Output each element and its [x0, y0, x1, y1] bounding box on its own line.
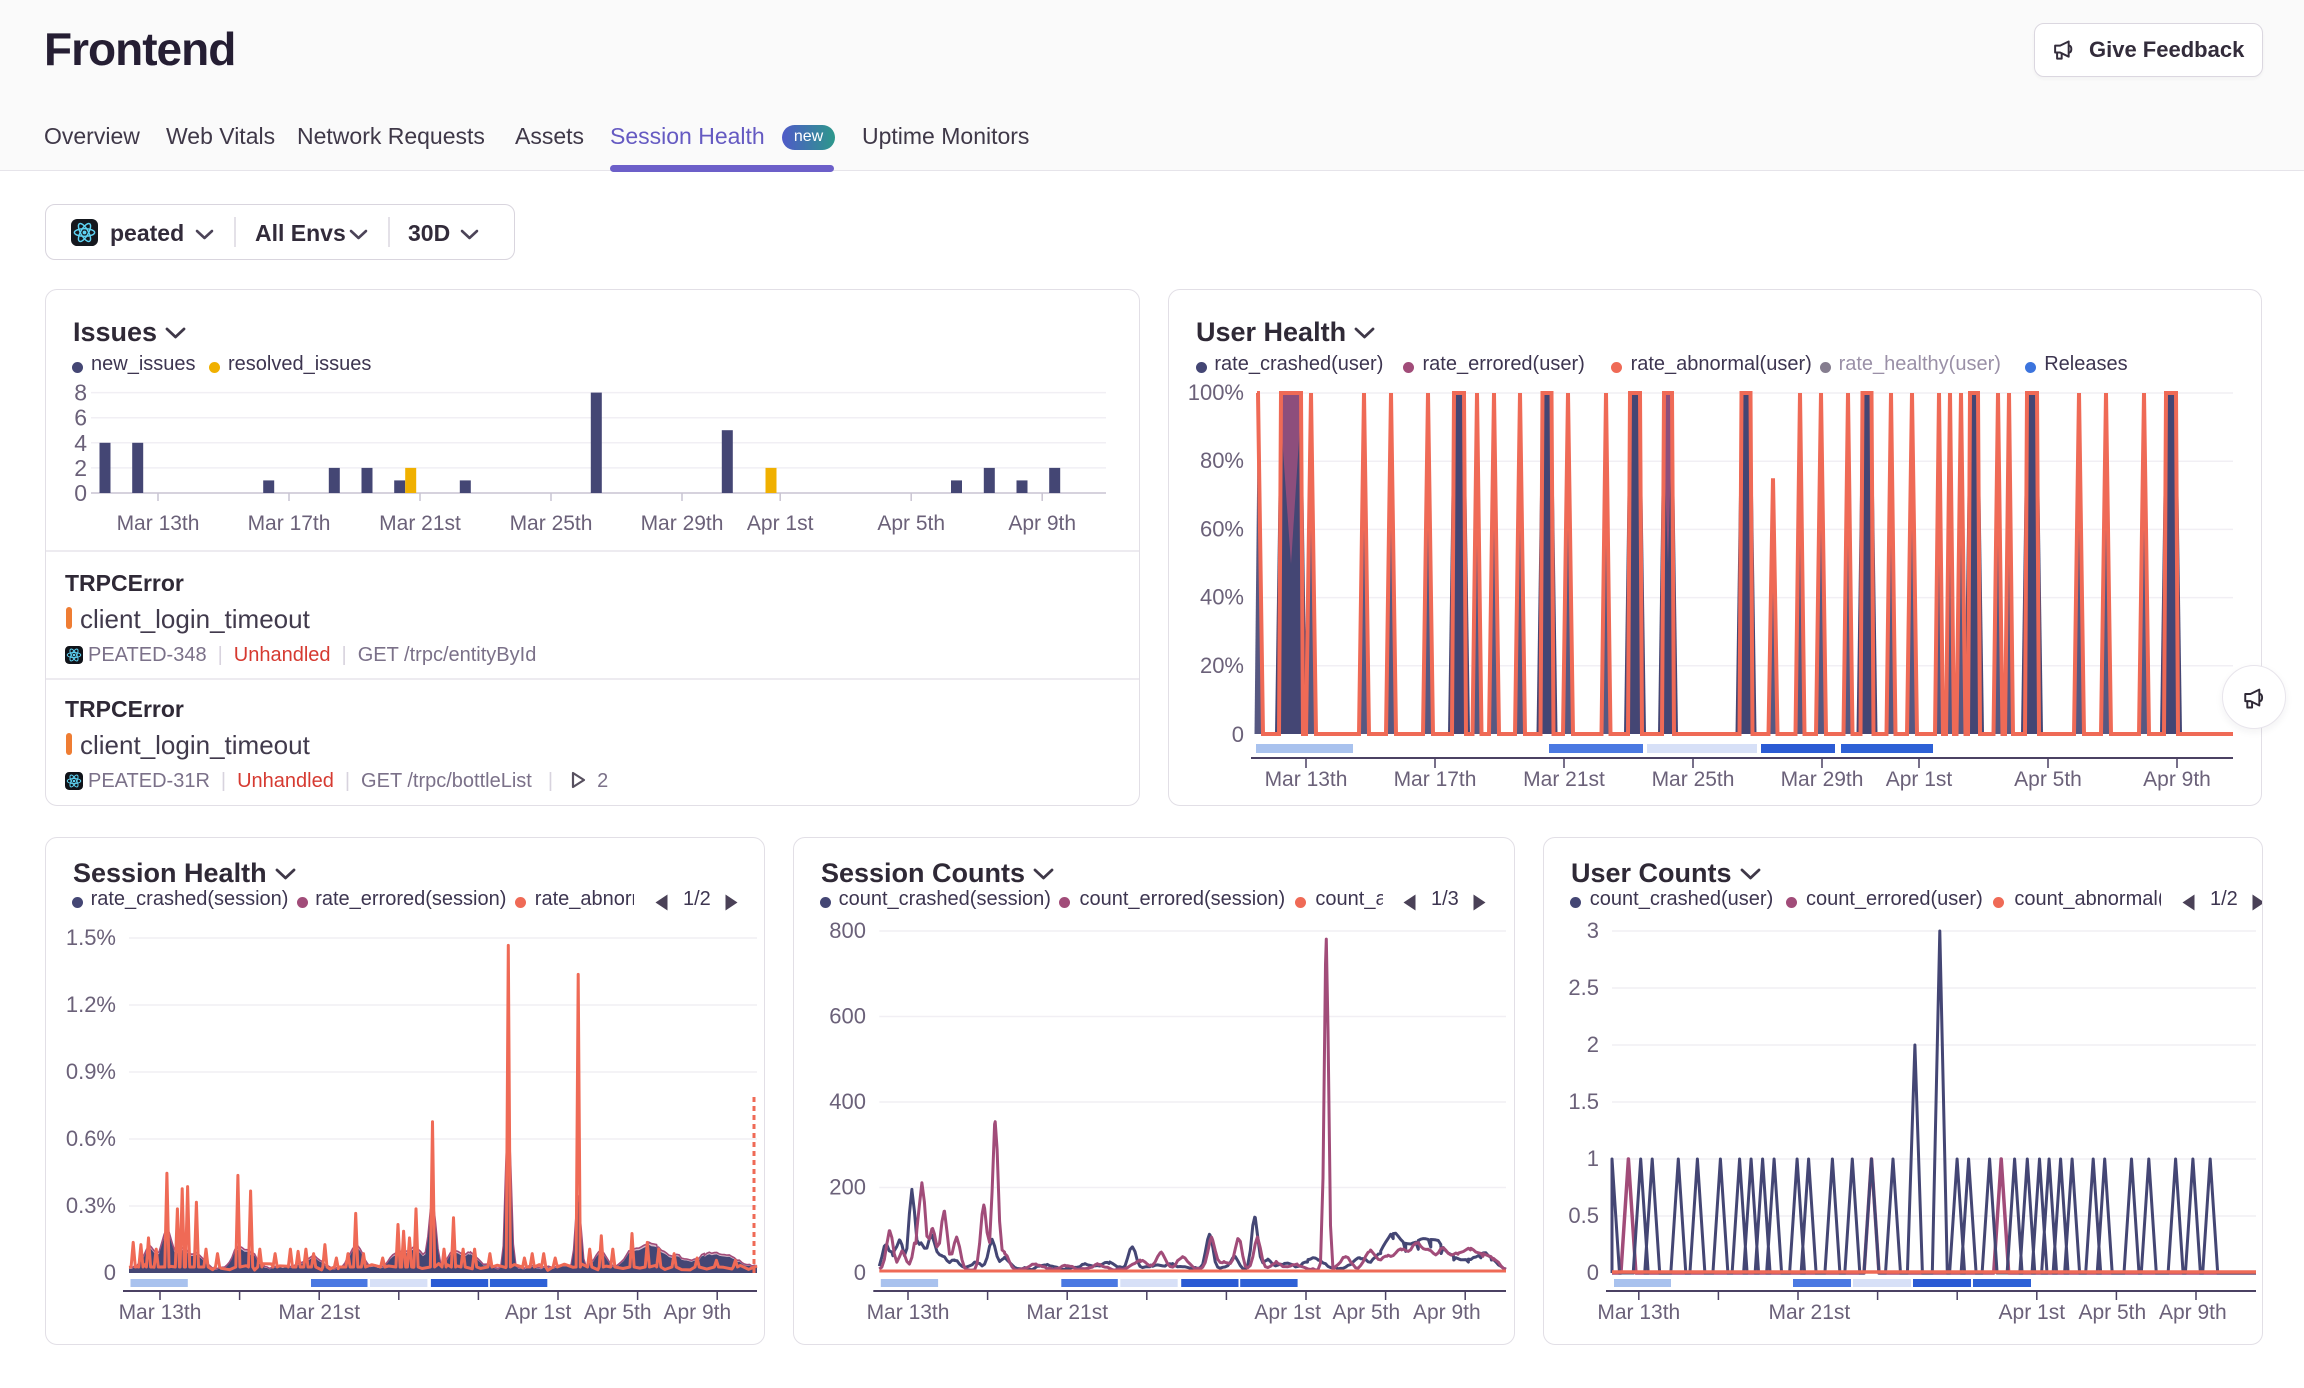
svg-text:Mar 17th: Mar 17th — [1394, 768, 1477, 791]
svg-text:1.5: 1.5 — [1568, 1089, 1599, 1114]
svg-text:6: 6 — [74, 405, 87, 431]
svg-text:40%: 40% — [1200, 585, 1244, 610]
svg-text:Mar 25th: Mar 25th — [510, 512, 593, 535]
svg-text:Apr 5th: Apr 5th — [1332, 1301, 1400, 1324]
svg-text:600: 600 — [829, 1004, 866, 1029]
svg-text:Apr 1st: Apr 1st — [1999, 1301, 2066, 1324]
svg-text:0: 0 — [854, 1260, 866, 1285]
svg-text:Mar 13th: Mar 13th — [1597, 1301, 1680, 1324]
svg-text:Mar 13th: Mar 13th — [117, 512, 200, 535]
svg-text:Apr 1st: Apr 1st — [505, 1301, 572, 1324]
svg-text:Mar 21st: Mar 21st — [1026, 1301, 1108, 1324]
svg-text:Mar 29th: Mar 29th — [641, 512, 724, 535]
svg-text:Mar 21st: Mar 21st — [379, 512, 461, 535]
svg-text:Mar 29th: Mar 29th — [1781, 768, 1864, 791]
svg-text:Apr 5th: Apr 5th — [877, 512, 945, 535]
svg-text:80%: 80% — [1200, 448, 1244, 473]
svg-text:0: 0 — [1232, 722, 1244, 747]
svg-text:Apr 5th: Apr 5th — [584, 1301, 652, 1324]
svg-text:100%: 100% — [1188, 380, 1244, 405]
svg-text:Apr 9th: Apr 9th — [1413, 1301, 1481, 1324]
svg-text:Apr 5th: Apr 5th — [2014, 768, 2082, 791]
svg-text:0: 0 — [1587, 1260, 1599, 1285]
svg-text:1: 1 — [1587, 1146, 1599, 1171]
svg-text:Mar 13th: Mar 13th — [119, 1301, 202, 1324]
svg-text:Apr 1st: Apr 1st — [747, 512, 814, 535]
svg-text:Apr 9th: Apr 9th — [1008, 512, 1076, 535]
svg-text:0.6%: 0.6% — [66, 1126, 116, 1151]
svg-text:2: 2 — [74, 455, 87, 481]
svg-text:0.9%: 0.9% — [66, 1059, 116, 1084]
svg-text:0: 0 — [104, 1260, 116, 1285]
svg-text:Apr 9th: Apr 9th — [2143, 768, 2211, 791]
svg-text:4: 4 — [74, 430, 87, 456]
svg-text:800: 800 — [829, 918, 866, 943]
svg-text:1.5%: 1.5% — [66, 925, 116, 950]
svg-text:Apr 9th: Apr 9th — [663, 1301, 731, 1324]
svg-text:200: 200 — [829, 1175, 866, 1200]
svg-text:0: 0 — [74, 480, 87, 506]
svg-text:20%: 20% — [1200, 653, 1244, 678]
svg-text:8: 8 — [74, 380, 87, 406]
svg-text:Mar 13th: Mar 13th — [867, 1301, 950, 1324]
svg-text:Apr 9th: Apr 9th — [2159, 1301, 2227, 1324]
svg-text:2: 2 — [1587, 1032, 1599, 1057]
svg-text:0.3%: 0.3% — [66, 1193, 116, 1218]
svg-text:60%: 60% — [1200, 516, 1244, 541]
svg-text:Mar 13th: Mar 13th — [1265, 768, 1348, 791]
svg-text:Mar 21st: Mar 21st — [1523, 768, 1605, 791]
svg-text:1.2%: 1.2% — [66, 992, 116, 1017]
svg-text:Mar 25th: Mar 25th — [1652, 768, 1735, 791]
svg-text:Apr 1st: Apr 1st — [1886, 768, 1953, 791]
svg-text:Apr 1st: Apr 1st — [1254, 1301, 1321, 1324]
svg-text:400: 400 — [829, 1089, 866, 1114]
svg-text:Mar 21st: Mar 21st — [1769, 1301, 1851, 1324]
svg-text:Mar 17th: Mar 17th — [248, 512, 331, 535]
svg-text:0.5: 0.5 — [1568, 1203, 1599, 1228]
svg-text:Apr 5th: Apr 5th — [2078, 1301, 2146, 1324]
svg-text:Mar 21st: Mar 21st — [278, 1301, 360, 1324]
svg-text:3: 3 — [1587, 918, 1599, 943]
svg-text:2.5: 2.5 — [1568, 975, 1599, 1000]
